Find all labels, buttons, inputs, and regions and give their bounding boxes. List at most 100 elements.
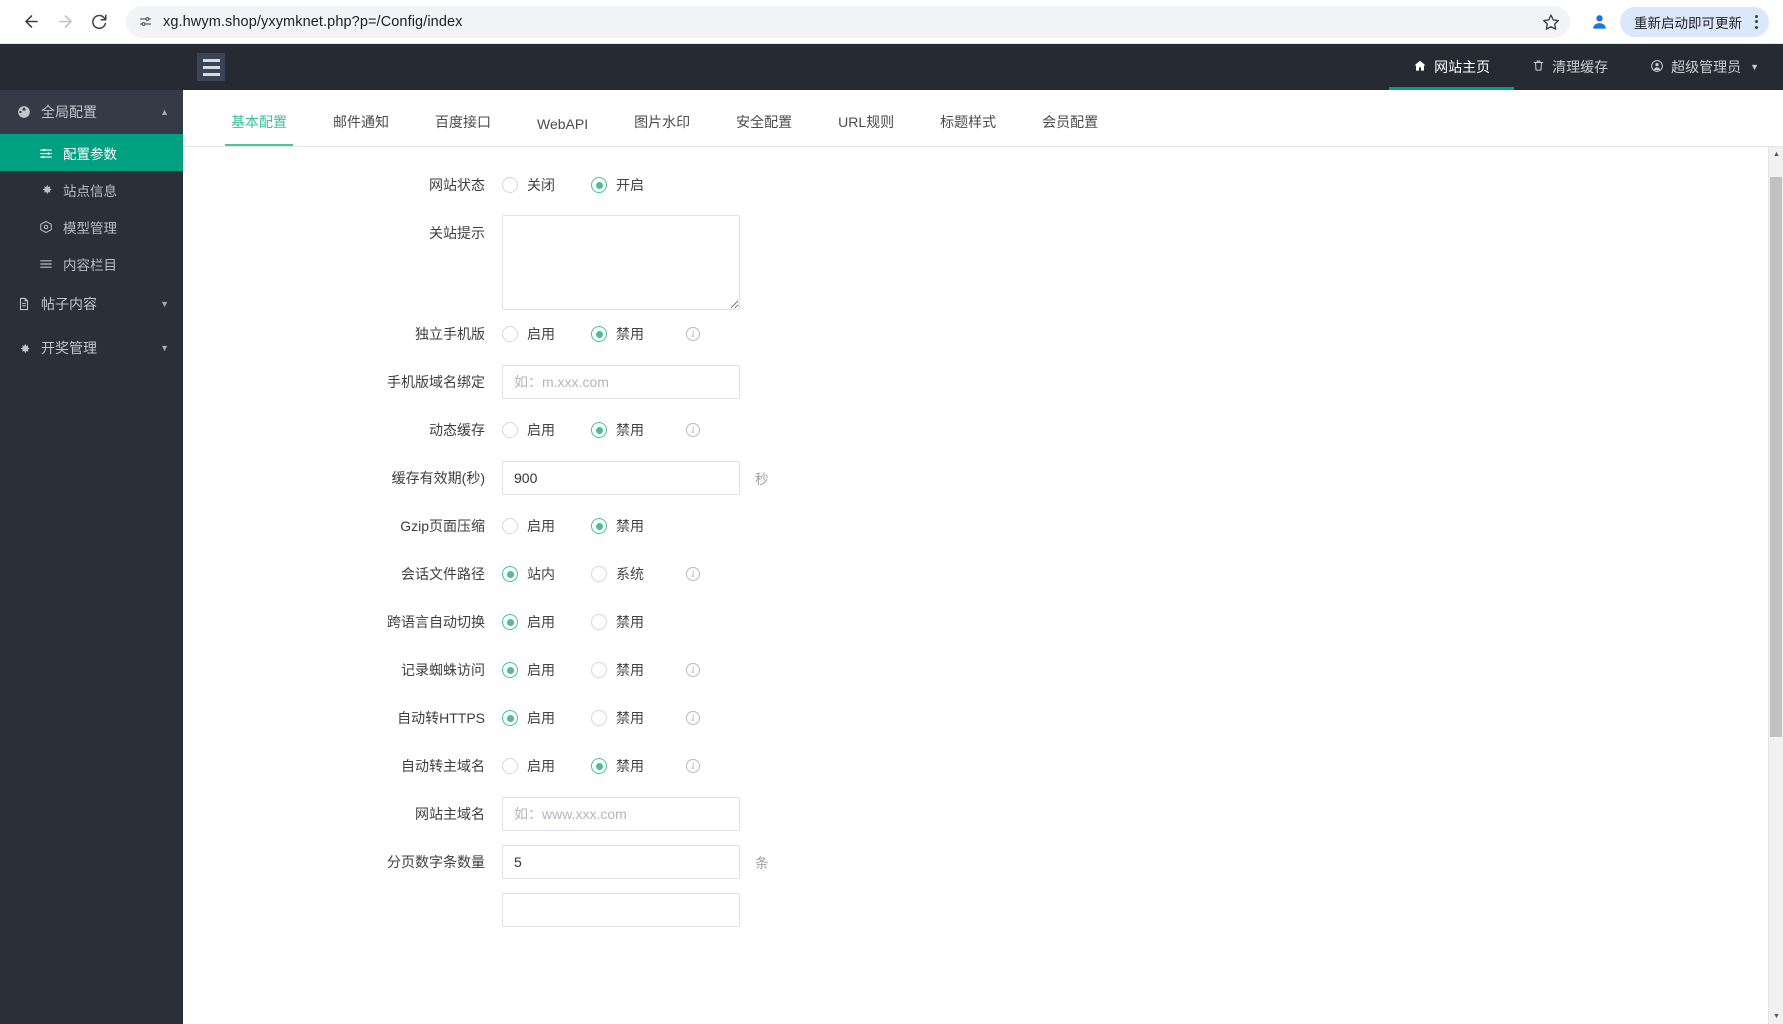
sidebar-group-lottery-manage[interactable]: 开奖管理 ▼ <box>0 326 183 370</box>
gear-icon <box>16 342 32 355</box>
tab-member-config[interactable]: 会员配置 <box>1019 112 1121 146</box>
tab-webapi[interactable]: WebAPI <box>514 116 611 146</box>
sidebar-group-global-config[interactable]: 全局配置 ▲ <box>0 90 183 134</box>
radio-circle-icon[interactable] <box>591 614 607 630</box>
info-icon[interactable]: i <box>686 663 700 677</box>
tab-baidu-api[interactable]: 百度接口 <box>412 112 514 146</box>
radio-option-standalone-mobile-enable[interactable]: 启用 <box>502 324 555 344</box>
app-topbar: 网站主页 清理缓存 超级管理员 ▼ <box>183 44 1783 90</box>
radio-option-site-status-off[interactable]: 关闭 <box>502 175 555 195</box>
radio-circle-icon[interactable] <box>591 518 607 534</box>
vertical-scrollbar[interactable]: ▲ ▼ <box>1768 147 1783 1024</box>
radio-label: 禁用 <box>616 710 644 726</box>
info-icon[interactable]: i <box>686 759 700 773</box>
radio-circle-icon[interactable] <box>591 566 607 582</box>
radio-option-gzip-enable[interactable]: 启用 <box>502 516 555 536</box>
scroll-up-arrow-icon[interactable]: ▲ <box>1769 147 1783 162</box>
radio-circle-icon[interactable] <box>591 662 607 678</box>
form-row-mobile-domain: 手机版域名绑定 <box>183 358 1783 406</box>
radio-option-gzip-disable[interactable]: 禁用 <box>591 516 644 536</box>
radio-option-dynamic-cache-enable[interactable]: 启用 <box>502 420 555 440</box>
radio-circle-icon[interactable] <box>591 326 607 342</box>
forward-arrow-icon[interactable] <box>48 5 82 39</box>
main-domain-input[interactable] <box>502 797 740 831</box>
radio-option-dynamic-cache-disable[interactable]: 禁用 <box>591 420 644 440</box>
info-icon[interactable]: i <box>686 327 700 341</box>
radio-circle-icon[interactable] <box>502 518 518 534</box>
back-arrow-icon[interactable] <box>14 5 48 39</box>
radio-circle-icon[interactable] <box>591 710 607 726</box>
radio-option-auto-main-domain-disable[interactable]: 禁用 <box>591 756 644 776</box>
next-partial-input[interactable] <box>502 893 740 927</box>
sidebar-item-site-info[interactable]: 站点信息 <box>0 171 183 208</box>
topbar-link-home[interactable]: 网站主页 <box>1389 44 1515 90</box>
radio-circle-icon[interactable] <box>502 566 518 582</box>
radio-circle-icon[interactable] <box>502 422 518 438</box>
site-settings-icon[interactable] <box>138 14 153 29</box>
closed-notice-textarea[interactable] <box>502 215 740 310</box>
sidebar-item-model-manage[interactable]: 模型管理 <box>0 208 183 245</box>
radio-label: 启用 <box>527 518 555 534</box>
radio-option-auto-https-disable[interactable]: 禁用 <box>591 708 644 728</box>
radio-option-site-status-on[interactable]: 开启 <box>591 175 644 195</box>
field-label: 自动转主域名 <box>401 758 485 774</box>
radio-circle-icon[interactable] <box>502 662 518 678</box>
radio-option-auto-language-enable[interactable]: 启用 <box>502 612 555 632</box>
tab-title-style[interactable]: 标题样式 <box>917 112 1019 146</box>
radio-circle-icon[interactable] <box>502 758 518 774</box>
radio-circle-icon[interactable] <box>502 326 518 342</box>
tab-security-config[interactable]: 安全配置 <box>713 112 815 146</box>
radio-option-auto-https-enable[interactable]: 启用 <box>502 708 555 728</box>
kebab-menu-icon[interactable] <box>1752 14 1761 29</box>
radio-circle-icon[interactable] <box>502 177 518 193</box>
radio-circle-icon[interactable] <box>502 614 518 630</box>
field-control <box>502 797 740 831</box>
radio-circle-icon[interactable] <box>502 710 518 726</box>
profile-avatar-icon[interactable] <box>1584 7 1614 37</box>
mobile-domain-input[interactable] <box>502 365 740 399</box>
radio-label: 启用 <box>527 662 555 678</box>
radio-option-auto-language-disable[interactable]: 禁用 <box>591 612 644 632</box>
hamburger-icon[interactable] <box>197 53 225 81</box>
sidebar-group-label: 开奖管理 <box>41 340 97 356</box>
radio-option-session-path-site[interactable]: 站内 <box>502 564 555 584</box>
form-row-main-domain: 网站主域名 <box>183 790 1783 838</box>
topbar-link-admin-user[interactable]: 超级管理员 ▼ <box>1650 44 1759 90</box>
radio-option-spider-log-enable[interactable]: 启用 <box>502 660 555 680</box>
field-label: 会话文件路径 <box>401 566 485 582</box>
radio-label: 开启 <box>616 177 644 193</box>
scroll-down-arrow-icon[interactable]: ▼ <box>1769 1009 1783 1024</box>
sidebar-item-content-column[interactable]: 内容栏目 <box>0 245 183 282</box>
radio-option-auto-main-domain-enable[interactable]: 启用 <box>502 756 555 776</box>
radio-label: 启用 <box>527 422 555 438</box>
info-icon[interactable]: i <box>686 711 700 725</box>
update-button[interactable]: 重新启动即可更新 <box>1620 6 1769 37</box>
star-icon[interactable] <box>1542 13 1560 31</box>
pagination-count-input[interactable] <box>502 845 740 879</box>
update-button-label: 重新启动即可更新 <box>1634 15 1742 31</box>
address-bar[interactable]: xg.hwym.shop/yxymknet.php?p=/Config/inde… <box>126 5 1570 38</box>
cache-ttl-input[interactable] <box>502 461 740 495</box>
sidebar-group-post-content[interactable]: 帖子内容 ▼ <box>0 282 183 326</box>
form-row-cache-ttl: 缓存有效期(秒) 秒 <box>183 454 1783 502</box>
radio-option-session-path-system[interactable]: 系统 <box>591 564 644 584</box>
radio-option-spider-log-disable[interactable]: 禁用 <box>591 660 644 680</box>
list-icon <box>38 257 54 271</box>
info-icon[interactable]: i <box>686 423 700 437</box>
radio-circle-icon[interactable] <box>591 422 607 438</box>
chevron-up-icon: ▲ <box>160 107 169 117</box>
radio-option-standalone-mobile-disable[interactable]: 禁用 <box>591 324 644 344</box>
radio-circle-icon[interactable] <box>591 758 607 774</box>
scrollbar-thumb[interactable] <box>1770 177 1782 737</box>
radio-label: 禁用 <box>616 662 644 678</box>
tab-email-notify[interactable]: 邮件通知 <box>310 112 412 146</box>
tab-basic-config[interactable]: 基本配置 <box>208 112 310 146</box>
info-icon[interactable]: i <box>686 567 700 581</box>
topbar-link-clear-cache[interactable]: 清理缓存 <box>1532 44 1608 90</box>
field-control: 秒 <box>502 461 769 495</box>
tab-url-rules[interactable]: URL规则 <box>815 112 917 146</box>
reload-icon[interactable] <box>82 5 116 39</box>
radio-circle-icon[interactable] <box>591 177 607 193</box>
sidebar-item-config-params[interactable]: 配置参数 <box>0 134 183 171</box>
tab-image-watermark[interactable]: 图片水印 <box>611 112 713 146</box>
